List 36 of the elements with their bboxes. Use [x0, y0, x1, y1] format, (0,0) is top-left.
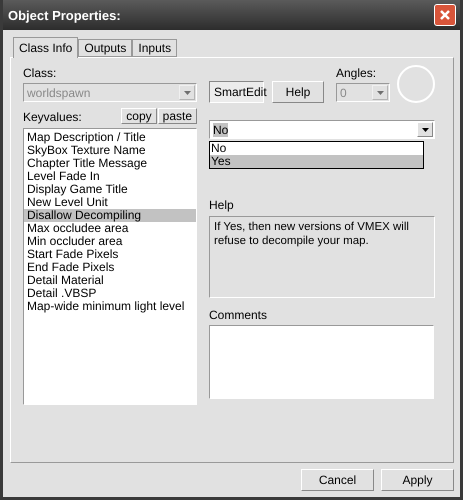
tab[interactable]: Class Info [13, 37, 78, 58]
tab[interactable]: Outputs [78, 39, 132, 57]
list-item[interactable]: SkyBox Texture Name [24, 144, 196, 157]
keyvalues-label: Keyvalues: [23, 110, 82, 124]
close-icon[interactable] [440, 10, 450, 20]
list-item[interactable]: Map Description / Title [24, 131, 196, 144]
apply-button[interactable]: Apply [381, 469, 454, 491]
class-label: Class: [23, 66, 58, 80]
keyvalues-list[interactable] [23, 128, 197, 405]
list-item[interactable]: Map-wide minimum light level [24, 300, 196, 313]
help-button[interactable]: Help [272, 81, 324, 103]
list-item[interactable]: Max occludee area [24, 222, 196, 235]
list-item[interactable]: Display Game Title [24, 183, 196, 196]
list-action-button[interactable]: paste [158, 108, 197, 124]
list-item[interactable]: New Level Unit [24, 196, 196, 209]
help-text: If Yes, then new versions of VMEX will refuse to decompile your map. [209, 216, 435, 298]
window-title: Object Properties: [8, 8, 121, 22]
dropdown-option[interactable]: Yes [210, 155, 423, 168]
list-item[interactable]: Detail .VBSP [24, 287, 196, 300]
list-item[interactable]: Detail Material [24, 274, 196, 287]
comments-label: Comments [209, 308, 268, 322]
help-label: Help [209, 198, 235, 212]
cancel-button[interactable]: Cancel [301, 469, 374, 491]
close-button[interactable] [434, 4, 456, 26]
comments-field[interactable] [209, 325, 434, 399]
list-item[interactable]: Min occluder area [24, 235, 196, 248]
list-action-button[interactable]: copy [121, 108, 157, 124]
list-item[interactable]: Disallow Decompiling [24, 209, 196, 222]
list-item[interactable]: Start Fade Pixels [24, 248, 196, 261]
value-dropdown[interactable]: No [209, 120, 435, 139]
list-item[interactable]: End Fade Pixels [24, 261, 196, 274]
list-item[interactable]: Chapter Title Message [24, 157, 196, 170]
list-item[interactable]: Level Fade In [24, 170, 196, 183]
angles-label: Angles: [336, 66, 378, 80]
tab[interactable]: Inputs [132, 39, 178, 57]
dropdown-value: No [213, 122, 228, 136]
